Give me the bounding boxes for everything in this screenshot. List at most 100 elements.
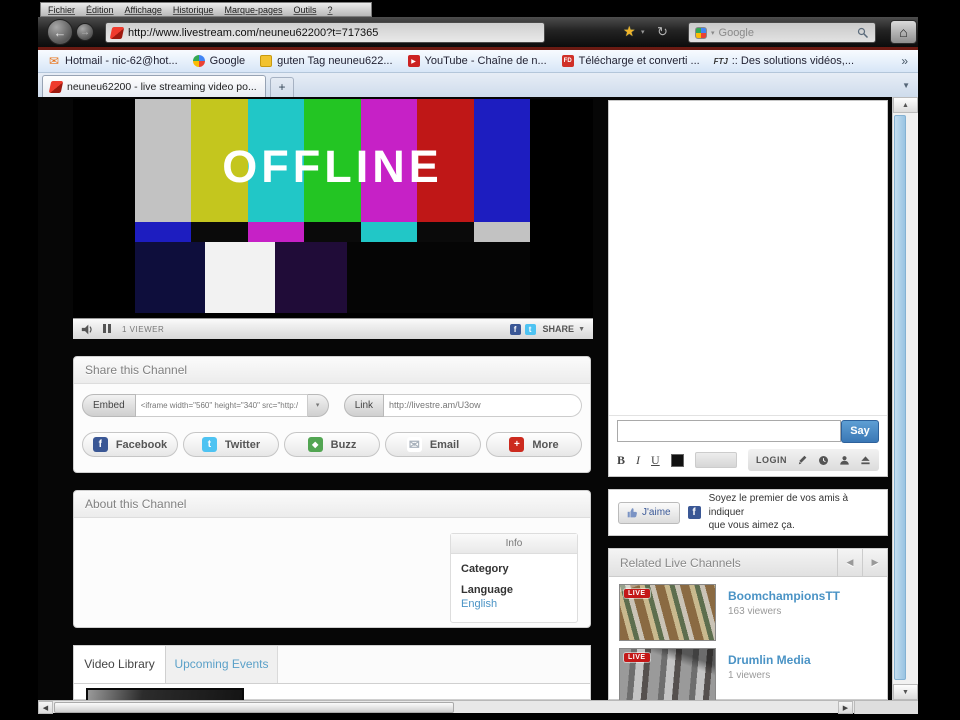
menu-historique[interactable]: Historique xyxy=(173,5,214,15)
menu-outils[interactable]: Outils xyxy=(294,5,317,15)
channel-thumbnail[interactable]: LIVE xyxy=(619,648,716,700)
search-icon[interactable] xyxy=(857,27,869,39)
embed-caret-button[interactable]: ▾ xyxy=(307,394,329,417)
google-favicon xyxy=(695,26,707,39)
link-input[interactable]: http://livestre.am/U3ow xyxy=(384,394,582,417)
live-badge: LIVE xyxy=(624,653,650,662)
embed-code-input[interactable]: <iframe width="560" height="340" src="ht… xyxy=(135,394,308,417)
like-button[interactable]: J'aime xyxy=(618,501,680,524)
say-button[interactable]: Say xyxy=(841,420,879,443)
facebook-share-button[interactable]: f Facebook xyxy=(82,432,178,457)
tab-neuneu62200[interactable]: neuneu62200 - live streaming video po... xyxy=(42,75,266,97)
share-caret-icon[interactable]: ▼ xyxy=(578,326,585,333)
menu-bar: Fichier Édition Affichage Historique Mar… xyxy=(40,2,372,17)
tab-video-library[interactable]: Video Library xyxy=(74,646,166,683)
scroll-right-button[interactable]: ▶ xyxy=(838,701,853,714)
login-button[interactable]: LOGIN xyxy=(756,455,787,465)
channel-name-link[interactable]: BoomchampionsTT xyxy=(728,589,840,603)
buzz-share-button[interactable]: ◆ Buzz xyxy=(284,432,380,457)
list-all-tabs-icon[interactable]: ▼ xyxy=(902,81,910,90)
facebook-icon[interactable]: f xyxy=(509,323,521,335)
menu-affichage[interactable]: Affichage xyxy=(125,5,162,15)
bookmark-label: YouTube - Chaîne de n... xyxy=(424,55,547,67)
bar-magenta xyxy=(247,222,305,242)
related-channel-item[interactable]: LIVE BoomchampionsTT 163 viewers xyxy=(619,584,877,641)
channel-name-link[interactable]: Drumlin Media xyxy=(728,653,811,667)
video-area[interactable]: OFFLINE xyxy=(73,99,593,318)
new-tab-button[interactable]: + xyxy=(270,77,294,97)
scroll-down-button[interactable]: ▼ xyxy=(893,684,918,700)
underline-button[interactable]: U xyxy=(651,453,660,468)
button-label: Email xyxy=(429,438,460,451)
bookmark-label: Google xyxy=(209,55,246,67)
bookmark-hotmail[interactable]: ✉ Hotmail - nic-62@hot... xyxy=(48,54,178,68)
chat-format-toolbar: B I U LOGIN xyxy=(617,449,879,471)
bookmarks-overflow-chevron[interactable]: » xyxy=(901,54,908,68)
bookmark-star-icon[interactable]: ★ xyxy=(623,23,636,40)
home-button[interactable]: ⌂ xyxy=(890,20,917,44)
chat-message-input[interactable] xyxy=(617,420,841,442)
chat-panel: Say B I U LOGIN xyxy=(608,100,888,477)
address-bar[interactable]: http://www.livestream.com/neuneu62200?t=… xyxy=(105,22,545,43)
bar-gray xyxy=(473,222,530,242)
bookmark-guten-tag[interactable]: guten Tag neuneu622... xyxy=(260,55,393,67)
twitter-icon[interactable]: t xyxy=(524,323,536,335)
menu-marque-pages[interactable]: Marque-pages xyxy=(224,5,282,15)
back-button[interactable]: ← xyxy=(47,19,73,45)
bookmark-telecharge[interactable]: FD Télécharge et converti ... xyxy=(561,55,700,67)
share-channel-panel: Share this Channel Embed <iframe width="… xyxy=(73,356,591,473)
tab-upcoming-events[interactable]: Upcoming Events xyxy=(166,646,278,683)
bookmark-caret-icon[interactable]: ▾ xyxy=(641,28,645,36)
search-engine-caret-icon[interactable]: ▾ xyxy=(711,29,715,37)
related-channel-item[interactable]: LIVE Drumlin Media 1 viewers xyxy=(619,648,877,700)
language-value-link[interactable]: English xyxy=(461,598,577,610)
live-badge: LIVE xyxy=(624,589,650,598)
text-color-swatch[interactable] xyxy=(670,453,684,467)
bar-blue xyxy=(135,222,192,242)
scroll-up-button[interactable]: ▲ xyxy=(893,97,918,113)
menu-fichier[interactable]: Fichier xyxy=(48,5,75,15)
eject-icon[interactable] xyxy=(860,455,871,466)
bookmark-google[interactable]: Google xyxy=(192,55,246,67)
bold-button[interactable]: B xyxy=(617,453,625,468)
bookmark-label: Hotmail - nic-62@hot... xyxy=(65,55,178,67)
volume-icon[interactable] xyxy=(81,323,94,336)
italic-button[interactable]: I xyxy=(636,453,640,468)
reload-icon[interactable]: ↻ xyxy=(657,24,668,40)
twitter-share-button[interactable]: t Twitter xyxy=(183,432,279,457)
horizontal-scrollbar-thumb[interactable] xyxy=(54,702,454,713)
related-prev-button[interactable]: ◀ xyxy=(837,549,862,576)
share-label[interactable]: SHARE xyxy=(543,324,575,334)
search-input[interactable]: ▾ Google xyxy=(688,22,876,43)
bar-black xyxy=(347,242,530,313)
bar-cyan xyxy=(360,222,418,242)
library-video-thumbnail[interactable] xyxy=(86,688,244,700)
share-fields-row: Embed <iframe width="560" height="340" s… xyxy=(82,394,582,417)
vertical-scrollbar[interactable]: ▲ ▼ xyxy=(892,97,918,700)
forward-button[interactable]: → xyxy=(76,23,94,41)
bar-purple xyxy=(275,242,347,313)
pause-icon[interactable] xyxy=(103,320,113,338)
video-player: OFFLINE 1 VIEWER f t SHARE ▼ xyxy=(73,99,593,339)
pencil-icon[interactable] xyxy=(797,455,808,466)
scroll-left-button[interactable]: ◀ xyxy=(38,701,53,714)
menu-edition[interactable]: Édition xyxy=(86,5,114,15)
library-content xyxy=(73,684,591,700)
like-text-line2: que vous aimez ça. xyxy=(708,520,795,532)
bar-black xyxy=(304,222,361,242)
channel-thumbnail[interactable]: LIVE xyxy=(619,584,716,641)
vertical-scrollbar-thumb[interactable] xyxy=(894,115,906,680)
more-share-button[interactable]: + More xyxy=(486,432,582,457)
bookmark-youtube[interactable]: ▶ YouTube - Chaîne de n... xyxy=(407,55,547,67)
clock-icon[interactable] xyxy=(818,455,829,466)
menu-aide[interactable]: ? xyxy=(328,5,333,15)
bookmark-label: Télécharge et converti ... xyxy=(578,55,700,67)
format-extra-button[interactable] xyxy=(694,452,737,468)
smpte-color-bars xyxy=(135,99,530,313)
related-next-button[interactable]: ▶ xyxy=(862,549,887,576)
horizontal-scrollbar[interactable]: ◀ ▶ xyxy=(38,700,918,714)
share-group[interactable]: f t SHARE ▼ xyxy=(509,323,585,335)
user-icon[interactable] xyxy=(839,455,850,466)
bookmark-solutions-video[interactable]: FTJ :: Des solutions vidéos,... xyxy=(714,55,854,67)
email-share-button[interactable]: ✉ Email xyxy=(385,432,481,457)
